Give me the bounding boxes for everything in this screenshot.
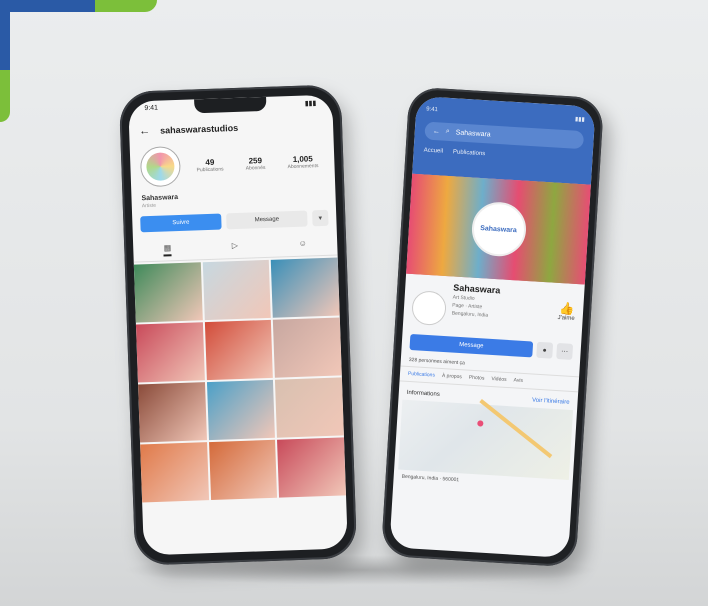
stat-posts[interactable]: 49 Publications: [196, 157, 224, 173]
nav-posts[interactable]: Publications: [408, 371, 435, 379]
posts-grid: [133, 255, 346, 503]
profile-stats: 49 Publications 259 Abonnés 1,005 Abonne…: [190, 153, 324, 173]
battery-icon: ▮▮▮: [574, 116, 585, 124]
post-thumbnail[interactable]: [202, 259, 272, 321]
status-time: 9:41: [144, 104, 159, 113]
more-options-icon[interactable]: ⋯: [556, 342, 574, 360]
post-thumbnail[interactable]: [271, 257, 340, 318]
grid-tab-icon[interactable]: ▦: [163, 243, 172, 257]
followers-label: Abonnés: [245, 164, 266, 172]
stat-following[interactable]: 1,005 Abonnements: [287, 154, 318, 170]
profile-summary: 49 Publications 259 Abonnés 1,005 Abonne…: [130, 137, 336, 192]
fb-top-tabs: Accueil Publications: [423, 147, 582, 163]
posts-label: Publications: [196, 165, 224, 173]
status-time: 9:41: [425, 106, 439, 114]
fb-tab-home[interactable]: Accueil: [423, 147, 443, 154]
post-thumbnail[interactable]: [275, 377, 344, 438]
post-thumbnail[interactable]: [135, 322, 205, 383]
nav-photos[interactable]: Photos: [469, 375, 485, 382]
avatar[interactable]: [139, 145, 182, 188]
map-pin-icon: ●: [475, 414, 486, 431]
page-details: Sahaswara Art Studio Page · Artiste Beng…: [451, 283, 553, 333]
post-thumbnail[interactable]: [204, 319, 274, 381]
phone-facebook: 9:41 ▮▮▮ ← ⌕ Sahaswara Accueil Publicati…: [380, 86, 605, 568]
followers-count: 259: [248, 155, 263, 166]
nav-videos[interactable]: Vidéos: [491, 376, 507, 383]
following-label: Abonnements: [287, 162, 319, 170]
avatar-logo-icon: [145, 152, 175, 182]
stat-followers[interactable]: 259 Abonnés: [245, 155, 266, 172]
nav-about[interactable]: À propos: [442, 373, 462, 380]
reels-tab-icon[interactable]: ▷: [232, 241, 239, 254]
directions-link[interactable]: Voir l'itinéraire: [532, 398, 570, 406]
facebook-screen: 9:41 ▮▮▮ ← ⌕ Sahaswara Accueil Publicati…: [389, 95, 596, 559]
fb-header: 9:41 ▮▮▮ ← ⌕ Sahaswara Accueil Publicati…: [412, 95, 596, 185]
status-bar: 9:41 ▮▮▮: [426, 107, 585, 124]
back-arrow-icon[interactable]: ←: [433, 127, 440, 134]
phone-notch: [194, 96, 267, 114]
post-thumbnail[interactable]: [208, 439, 278, 501]
fb-message-button[interactable]: Message: [409, 334, 534, 358]
search-icon: ⌕: [445, 127, 450, 136]
message-button[interactable]: Message: [226, 210, 308, 230]
post-thumbnail[interactable]: [140, 442, 209, 503]
tagged-tab-icon[interactable]: ☺: [298, 239, 307, 252]
like-button[interactable]: 👍 J'aime: [557, 301, 576, 334]
suggestions-button[interactable]: ▾: [312, 209, 329, 227]
page-avatar[interactable]: [411, 290, 448, 327]
location-map[interactable]: ●: [398, 399, 574, 480]
corner-accent-blue: [0, 0, 95, 12]
thumbs-up-icon: 👍: [558, 301, 575, 316]
phone-instagram: 9:41 ▮▮▮ ← sahaswarastudios 49 Publicati…: [118, 84, 358, 566]
messenger-icon[interactable]: ●: [536, 341, 554, 359]
search-text: Sahaswara: [455, 128, 491, 139]
fb-tab-posts[interactable]: Publications: [453, 149, 486, 157]
battery-icon: ▮▮▮: [304, 100, 317, 108]
corner-accent-green: [95, 0, 157, 12]
like-label: J'aime: [557, 314, 575, 322]
cover-logo: Sahaswara: [469, 200, 528, 258]
post-thumbnail[interactable]: [277, 437, 346, 498]
post-thumbnail[interactable]: [206, 379, 276, 441]
profile-username: sahaswarastudios: [159, 122, 239, 136]
cover-photo[interactable]: Sahaswara: [406, 173, 591, 285]
left-accent-blue: [0, 0, 10, 70]
back-arrow-icon[interactable]: ←: [139, 125, 150, 137]
nav-reviews[interactable]: Avis: [513, 377, 523, 384]
post-thumbnail[interactable]: [138, 382, 207, 443]
fb-search-bar[interactable]: ← ⌕ Sahaswara: [424, 121, 585, 150]
left-accent-green: [0, 70, 10, 122]
post-thumbnail[interactable]: [133, 262, 203, 323]
map-road: [479, 399, 553, 459]
post-thumbnail[interactable]: [273, 317, 342, 378]
follow-button[interactable]: Suivre: [140, 213, 222, 233]
instagram-screen: 9:41 ▮▮▮ ← sahaswarastudios 49 Publicati…: [128, 94, 348, 556]
section-title: Informations: [406, 389, 440, 398]
